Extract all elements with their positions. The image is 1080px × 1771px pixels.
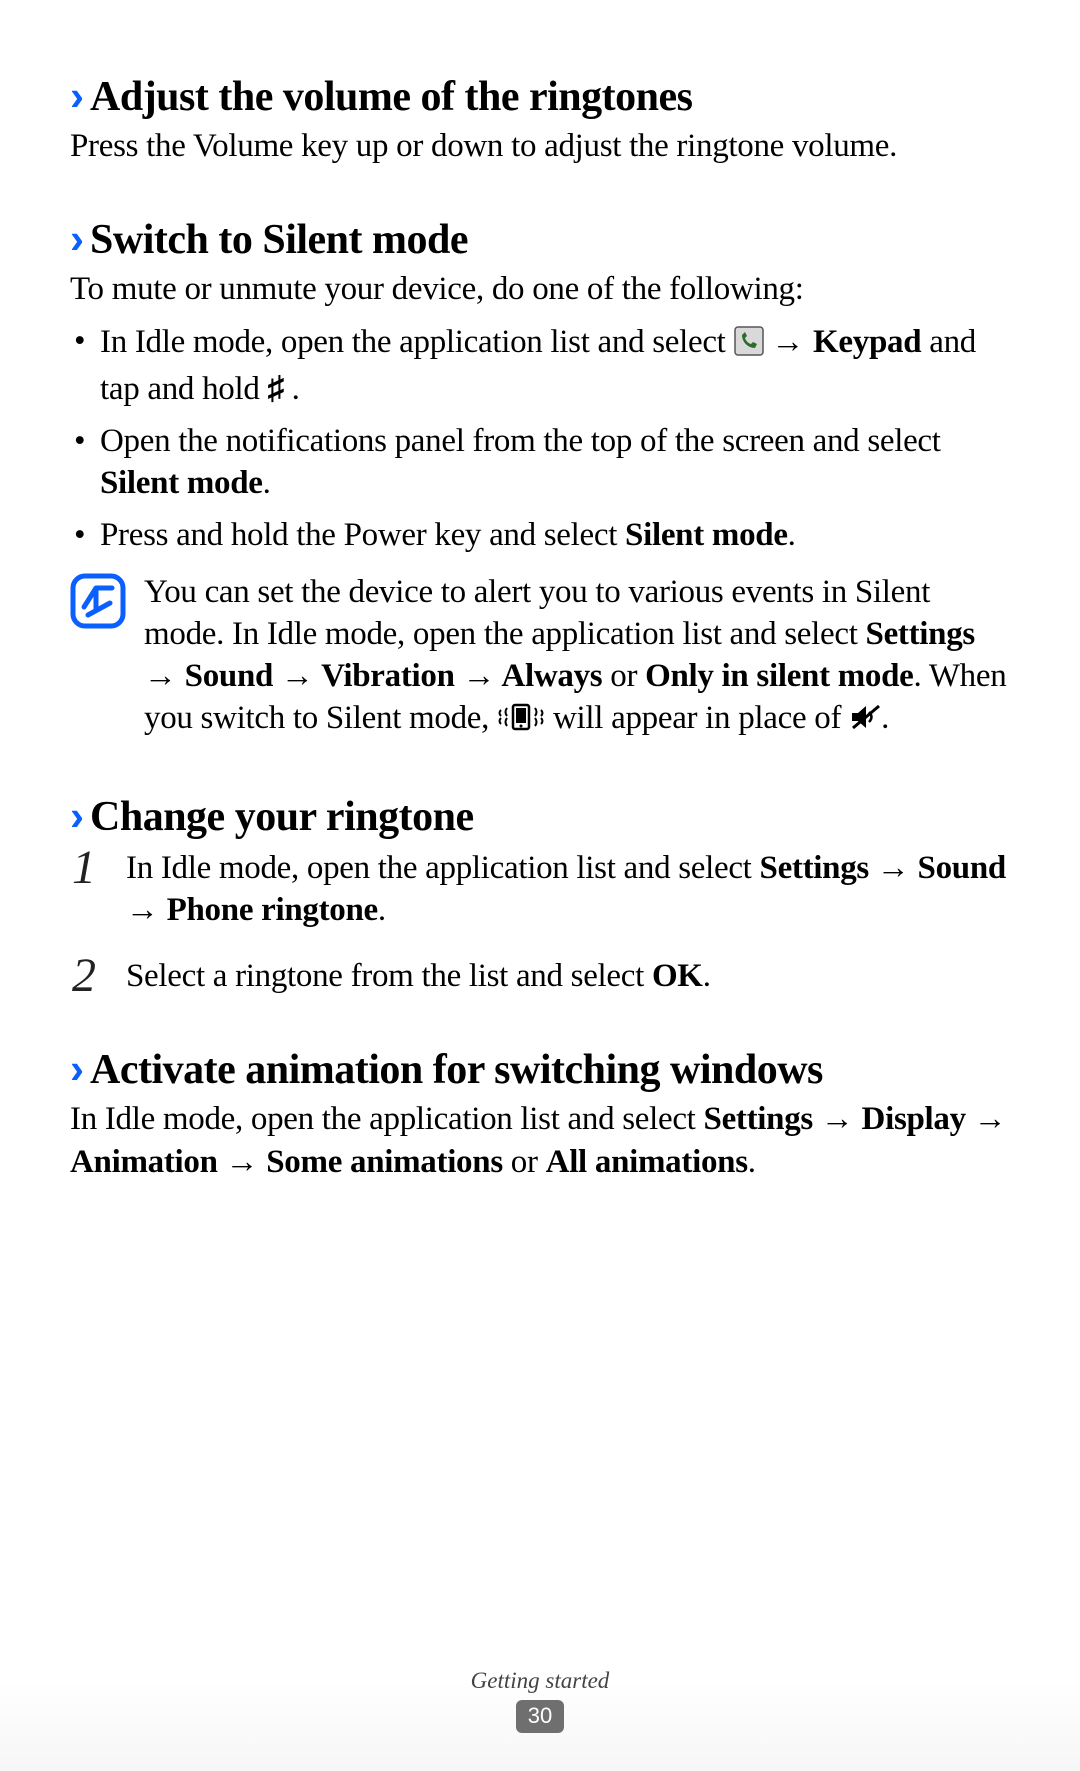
body-animation: In Idle mode, open the application list … bbox=[70, 1098, 1010, 1182]
heading-change-ringtone: ›Change your ringtone bbox=[70, 792, 1010, 841]
chapter-name: Getting started bbox=[0, 1668, 1080, 1694]
note-text: You can set the device to alert you to v… bbox=[144, 571, 1010, 744]
section-change-ringtone: ›Change your ringtone In Idle mode, open… bbox=[70, 792, 1010, 998]
page-footer: Getting started 30 bbox=[0, 1668, 1080, 1733]
text: or bbox=[602, 658, 645, 694]
chevron-icon: › bbox=[70, 72, 80, 119]
heading-text: Change your ringtone bbox=[90, 794, 474, 840]
hash-icon: ♯ bbox=[267, 371, 283, 407]
text: Press and hold the Power key and select bbox=[100, 517, 625, 553]
bold-text: Only in silent mode bbox=[645, 658, 913, 694]
step-text: Select a ringtone from the list and sele… bbox=[126, 955, 1010, 997]
text: Select a ringtone from the list and sele… bbox=[126, 958, 652, 994]
text: In Idle mode, open the application list … bbox=[100, 324, 734, 360]
step-item: Select a ringtone from the list and sele… bbox=[70, 955, 1010, 997]
bullet-item: Press and hold the Power key and select … bbox=[70, 514, 1010, 556]
text: . bbox=[788, 517, 796, 553]
bullet-item: In Idle mode, open the application list … bbox=[70, 320, 1010, 409]
text: You can set the device to alert you to v… bbox=[144, 574, 930, 652]
text: . bbox=[378, 892, 386, 928]
note-icon bbox=[70, 573, 126, 634]
vibrate-phone-icon bbox=[497, 701, 545, 743]
arrow-text: → bbox=[771, 322, 813, 359]
bold-text: OK bbox=[652, 958, 703, 994]
body-adjust-volume: Press the Volume key up or down to adjus… bbox=[70, 125, 1010, 167]
bullet-item: Open the notifications panel from the to… bbox=[70, 420, 1010, 504]
text: . bbox=[881, 700, 889, 736]
text: In Idle mode, open the application list … bbox=[126, 850, 760, 886]
text: . bbox=[292, 371, 300, 407]
heading-adjust-volume: ›Adjust the volume of the ringtones bbox=[70, 72, 1010, 121]
heading-animation: ›Activate animation for switching window… bbox=[70, 1045, 1010, 1094]
text: . bbox=[748, 1144, 756, 1180]
heading-text: Switch to Silent mode bbox=[90, 217, 468, 263]
heading-silent-mode: ›Switch to Silent mode bbox=[70, 215, 1010, 264]
heading-text: Activate animation for switching windows bbox=[90, 1047, 823, 1093]
text: Open the notifications panel from the to… bbox=[100, 423, 941, 459]
section-adjust-volume: ›Adjust the volume of the ringtones Pres… bbox=[70, 72, 1010, 167]
text: . bbox=[703, 958, 711, 994]
text: In Idle mode, open the application list … bbox=[70, 1101, 704, 1137]
ringtone-steps: In Idle mode, open the application list … bbox=[70, 847, 1010, 998]
bold-text: Keypad bbox=[813, 324, 921, 360]
intro-silent: To mute or unmute your device, do one of… bbox=[70, 268, 1010, 310]
bold-text: Silent mode bbox=[625, 517, 788, 553]
bold-text: Silent mode bbox=[100, 465, 263, 501]
text: or bbox=[503, 1144, 546, 1180]
section-silent-mode: ›Switch to Silent mode To mute or unmute… bbox=[70, 215, 1010, 743]
note-block: You can set the device to alert you to v… bbox=[70, 571, 1010, 744]
chevron-icon: › bbox=[70, 215, 80, 262]
phone-app-icon bbox=[734, 325, 764, 367]
speaker-mute-icon bbox=[849, 701, 881, 743]
section-animation: ›Activate animation for switching window… bbox=[70, 1045, 1010, 1182]
chevron-icon: › bbox=[70, 792, 80, 839]
manual-page: ›Adjust the volume of the ringtones Pres… bbox=[0, 0, 1080, 1771]
page-number-badge: 30 bbox=[516, 1700, 564, 1733]
chevron-icon: › bbox=[70, 1045, 80, 1092]
silent-bullets: In Idle mode, open the application list … bbox=[70, 320, 1010, 556]
step-text: In Idle mode, open the application list … bbox=[126, 847, 1010, 931]
text: will appear in place of bbox=[553, 700, 849, 736]
step-item: In Idle mode, open the application list … bbox=[70, 847, 1010, 931]
heading-text: Adjust the volume of the ringtones bbox=[90, 74, 692, 120]
bold-text: All animations bbox=[546, 1144, 748, 1180]
text: . bbox=[263, 465, 271, 501]
